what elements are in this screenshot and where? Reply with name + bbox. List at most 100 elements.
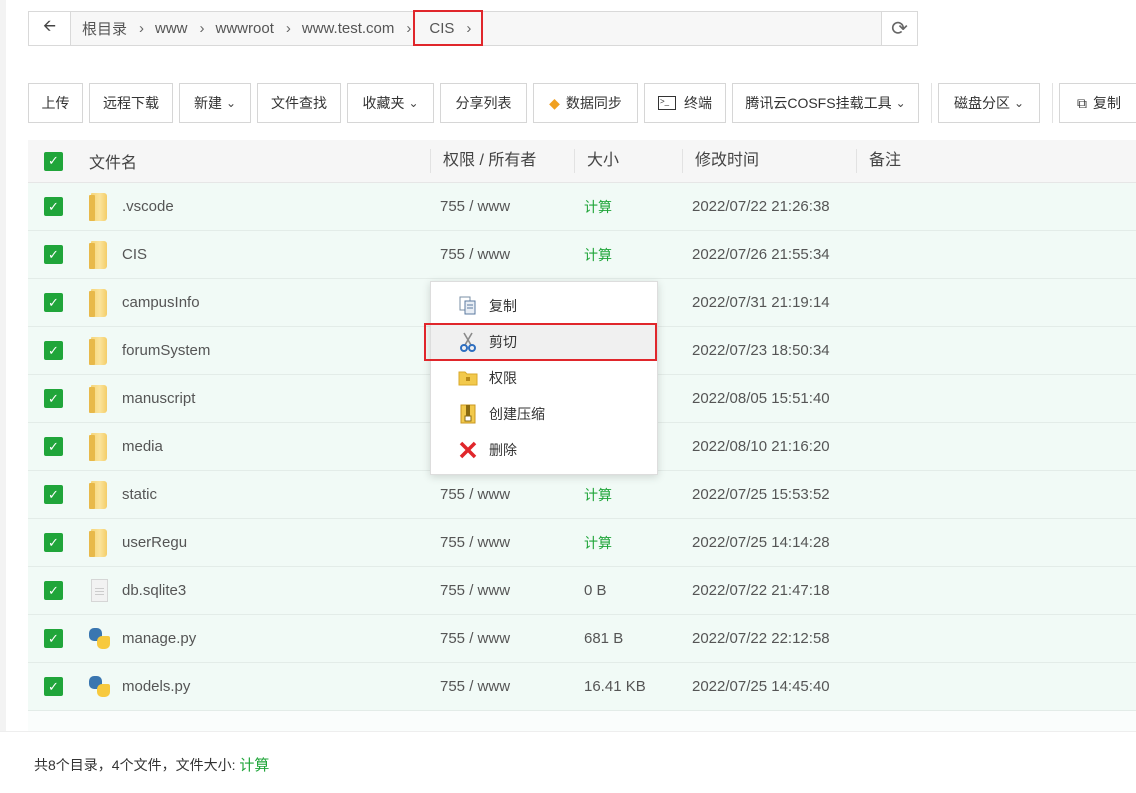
chevron-down-icon: ⌄ <box>1013 96 1025 110</box>
row-icon <box>88 192 110 221</box>
folder-icon <box>89 240 107 269</box>
row-checkbox[interactable]: ✓ <box>44 437 63 456</box>
file-size[interactable]: 计算 <box>574 245 682 265</box>
file-name[interactable]: campusInfo <box>122 294 200 311</box>
file-name[interactable]: db.sqlite3 <box>122 582 186 599</box>
row-checkbox[interactable]: ✓ <box>44 341 63 360</box>
file-name[interactable]: static <box>122 486 157 503</box>
chevron-down-icon: ⌄ <box>895 96 906 110</box>
data-sync-button[interactable]: ◆ 数据同步 <box>533 83 638 123</box>
file-time: 2022/07/25 14:45:40 <box>692 678 830 695</box>
row-checkbox[interactable]: ✓ <box>44 677 63 696</box>
python-file-icon <box>88 628 110 649</box>
copy-button[interactable]: ⧉ 复制 <box>1059 83 1136 123</box>
share-list-button[interactable]: 分享列表 <box>440 83 527 123</box>
file-search-button[interactable]: 文件查找 <box>257 83 341 123</box>
file-icon <box>90 579 108 602</box>
folder-icon <box>89 480 107 509</box>
breadcrumb-item-root[interactable]: 根目录 › <box>71 12 144 45</box>
file-size: 0 B <box>584 582 607 599</box>
file-perm[interactable]: 755 / www <box>430 678 574 695</box>
file-name[interactable]: forumSystem <box>122 342 210 359</box>
header-time[interactable]: 修改时间 <box>682 149 856 173</box>
table-row[interactable]: ✓ models.py 755 / www 16.41 KB 2022/07/25 14… <box>28 663 1136 711</box>
file-perm[interactable]: 755 / www <box>430 582 574 599</box>
row-icon <box>88 628 110 649</box>
ctx-permission[interactable]: 权限 <box>431 360 657 396</box>
path-input-area[interactable] <box>483 12 881 45</box>
file-name[interactable]: userRegu <box>122 534 187 551</box>
table-row[interactable]: ✓ userRegu 755 / www 计算 2022/07/25 14:14:28 <box>28 519 1136 567</box>
disk-partition-button[interactable]: 磁盘分区 ⌄ <box>938 83 1040 123</box>
file-time: 2022/08/10 21:16:20 <box>692 438 830 455</box>
breadcrumb-item-wwwroot[interactable]: wwwroot › <box>205 12 291 45</box>
breadcrumb-item-www[interactable]: www › <box>144 12 205 45</box>
table-row[interactable]: ✓ static 755 / www 计算 2022/07/25 15:53:52 <box>28 471 1136 519</box>
python-file-icon <box>88 676 110 697</box>
row-checkbox[interactable]: ✓ <box>44 533 63 552</box>
breadcrumb-item-current[interactable]: CIS › <box>413 10 484 46</box>
row-checkbox[interactable]: ✓ <box>44 197 63 216</box>
cosfs-tool-button[interactable]: 腾讯云COSFS挂载工具 ⌄ <box>732 83 919 123</box>
chevron-down-icon: ⌄ <box>225 96 237 110</box>
table-row[interactable]: ✓ db.sqlite3 755 / www 0 B 2022/07/22 21:47:… <box>28 567 1136 615</box>
new-button[interactable]: 新建 ⌄ <box>179 83 251 123</box>
select-all-checkbox[interactable]: ✓ <box>44 151 63 171</box>
file-name[interactable]: models.py <box>122 678 190 695</box>
breadcrumb-item-site[interactable]: www.test.com › <box>291 12 412 45</box>
favorites-button[interactable]: 收藏夹 ⌄ <box>347 83 434 123</box>
file-perm[interactable]: 755 / www <box>430 486 574 503</box>
file-name[interactable]: media <box>122 438 163 455</box>
copy-icon: ⧉ <box>1077 94 1087 111</box>
file-size[interactable]: 计算 <box>574 533 682 553</box>
file-time: 2022/07/25 14:14:28 <box>692 534 830 551</box>
refresh-icon: ⟳ <box>891 18 908 40</box>
upload-button[interactable]: 上传 <box>28 83 83 123</box>
file-size[interactable]: 计算 <box>574 197 682 217</box>
file-perm[interactable]: 755 / www <box>430 534 574 551</box>
terminal-button[interactable]: >_ 终端 <box>644 83 726 123</box>
row-icon <box>88 579 110 602</box>
file-name[interactable]: .vscode <box>122 198 174 215</box>
file-name[interactable]: manage.py <box>122 630 196 647</box>
row-checkbox[interactable]: ✓ <box>44 293 63 312</box>
file-perm[interactable]: 755 / www <box>430 630 574 647</box>
remote-download-button[interactable]: 远程下载 <box>89 83 173 123</box>
header-name[interactable]: 文件名 <box>80 149 430 173</box>
folder-icon <box>89 528 107 557</box>
terminal-icon: >_ <box>658 96 676 110</box>
table-row[interactable]: ✓ manage.py 755 / www 681 B 2022/07/22 22:12… <box>28 615 1136 663</box>
table-row[interactable]: ✓ .vscode 755 / www 计算 2022/07/22 21:26:38 <box>28 183 1136 231</box>
row-checkbox[interactable]: ✓ <box>44 581 63 600</box>
file-time: 2022/07/31 21:19:14 <box>692 294 830 311</box>
arrow-left-icon: 🡨 <box>43 18 56 35</box>
row-icon <box>88 240 110 269</box>
row-checkbox[interactable]: ✓ <box>44 485 63 504</box>
ctx-delete[interactable]: 删除 <box>431 432 657 468</box>
file-name[interactable]: CIS <box>122 246 147 263</box>
folder-icon <box>89 384 107 413</box>
folder-icon <box>89 288 107 317</box>
table-row-partial <box>28 711 1136 731</box>
row-checkbox[interactable]: ✓ <box>44 629 63 648</box>
file-name[interactable]: manuscript <box>122 390 195 407</box>
row-checkbox[interactable]: ✓ <box>44 245 63 264</box>
file-size[interactable]: 计算 <box>574 485 682 505</box>
file-time: 2022/07/26 21:55:34 <box>692 246 830 263</box>
header-perm[interactable]: 权限 / 所有者 <box>430 149 574 173</box>
file-size: 16.41 KB <box>584 678 646 695</box>
footer-calc-link[interactable]: 计算 <box>239 757 269 774</box>
ctx-copy[interactable]: 复制 <box>431 288 657 324</box>
refresh-button[interactable]: ⟳ <box>881 12 917 45</box>
row-icon <box>88 480 110 509</box>
copy-icon <box>457 296 479 316</box>
file-perm[interactable]: 755 / www <box>430 246 574 263</box>
ctx-compress[interactable]: 创建压缩 <box>431 396 657 432</box>
file-perm[interactable]: 755 / www <box>430 198 574 215</box>
row-checkbox[interactable]: ✓ <box>44 389 63 408</box>
table-header: ✓ 文件名 权限 / 所有者 大小 修改时间 备注 <box>28 140 1136 183</box>
table-row[interactable]: ✓ CIS 755 / www 计算 2022/07/26 21:55:34 <box>28 231 1136 279</box>
header-size[interactable]: 大小 <box>574 149 682 173</box>
footer: 共8个目录，4个文件，文件大小: 计算 <box>0 731 1136 793</box>
back-button[interactable]: 🡨 <box>29 12 71 45</box>
